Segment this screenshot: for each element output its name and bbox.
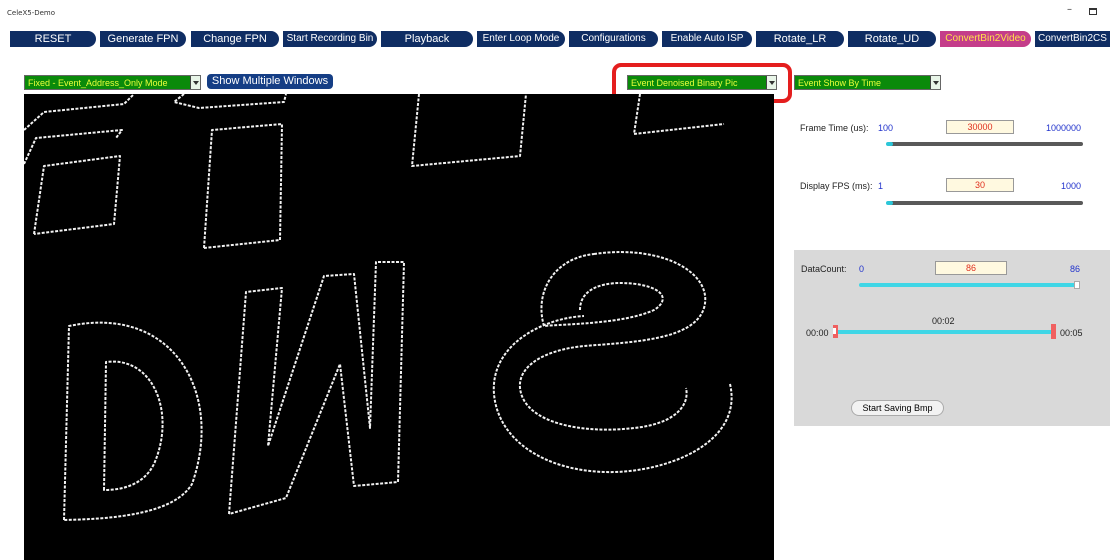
start-recording-bin-button[interactable]: Start Recording Bin — [283, 31, 377, 47]
reset-button[interactable]: RESET — [10, 31, 96, 47]
event-image — [24, 94, 733, 521]
time-slider[interactable] — [835, 330, 1055, 334]
display-fps-label: Display FPS (ms): — [800, 181, 873, 191]
event-display — [24, 94, 774, 560]
frame-time-slider-handle[interactable] — [885, 142, 893, 146]
frame-time-input[interactable]: 30000 — [946, 120, 1014, 134]
frame-time-max: 1000000 — [1046, 123, 1082, 133]
datacount-slider-handle[interactable] — [1074, 281, 1080, 289]
change-fpn-button[interactable]: Change FPN — [191, 31, 279, 47]
datacount-slider[interactable] — [859, 283, 1080, 287]
frame-time-slider[interactable] — [889, 142, 1083, 146]
datacount-max: 86 — [1070, 264, 1081, 274]
rotate-lr-button[interactable]: Rotate_LR — [756, 31, 844, 47]
show-by-value: Event Show By Time — [798, 78, 882, 88]
app-title: CeleX5-Demo — [7, 9, 56, 17]
start-saving-bmp-button[interactable]: Start Saving Bmp — [851, 400, 944, 416]
convert-bin2csv-button[interactable]: ConvertBin2CS — [1035, 31, 1110, 47]
start-time-label: 00:00 — [806, 328, 829, 338]
rotate-ud-button[interactable]: Rotate_UD — [848, 31, 936, 47]
display-fps-slider[interactable] — [889, 201, 1083, 205]
sensor-mode-value: Fixed - Event_Address_Only Mode — [28, 78, 168, 88]
enter-loop-mode-button[interactable]: Enter Loop Mode — [477, 31, 565, 47]
chevron-down-icon — [930, 76, 940, 89]
display-fps-input[interactable]: 30 — [946, 178, 1014, 192]
display-fps-slider-handle[interactable] — [885, 201, 893, 205]
datacount-input[interactable]: 86 — [935, 261, 1007, 275]
datacount-min: 0 — [859, 264, 865, 274]
datacount-label: DataCount: — [801, 264, 847, 274]
frame-time-min: 100 — [878, 123, 894, 133]
convert-bin2video-button[interactable]: ConvertBin2Video — [940, 31, 1031, 47]
frame-time-label: Frame Time (us): — [800, 123, 869, 133]
show-multiple-windows-button[interactable]: Show Multiple Windows — [207, 74, 333, 89]
configurations-button[interactable]: Configurations — [569, 31, 658, 47]
show-by-select[interactable]: Event Show By Time — [794, 75, 941, 90]
maximize-icon[interactable] — [1089, 8, 1097, 15]
generate-fpn-button[interactable]: Generate FPN — [100, 31, 186, 47]
playback-button[interactable]: Playback — [381, 31, 473, 47]
current-time-label: 00:02 — [932, 316, 955, 326]
end-time-label: 00:05 — [1060, 328, 1083, 338]
toolbar: RESET Generate FPN Change FPN Start Reco… — [0, 31, 1110, 49]
time-start-handle-cap — [833, 328, 836, 334]
sensor-mode-select[interactable]: Fixed - Event_Address_Only Mode — [24, 75, 201, 90]
display-fps-min: 1 — [878, 181, 884, 191]
minimize-icon[interactable]: – — [1067, 4, 1072, 15]
enable-auto-isp-button[interactable]: Enable Auto ISP — [662, 31, 752, 47]
display-fps-max: 1000 — [1061, 181, 1082, 191]
title-bar: CeleX5-Demo – — [0, 0, 1110, 30]
time-end-handle[interactable] — [1051, 324, 1056, 339]
playback-panel — [794, 250, 1110, 426]
chevron-down-icon — [190, 76, 200, 89]
